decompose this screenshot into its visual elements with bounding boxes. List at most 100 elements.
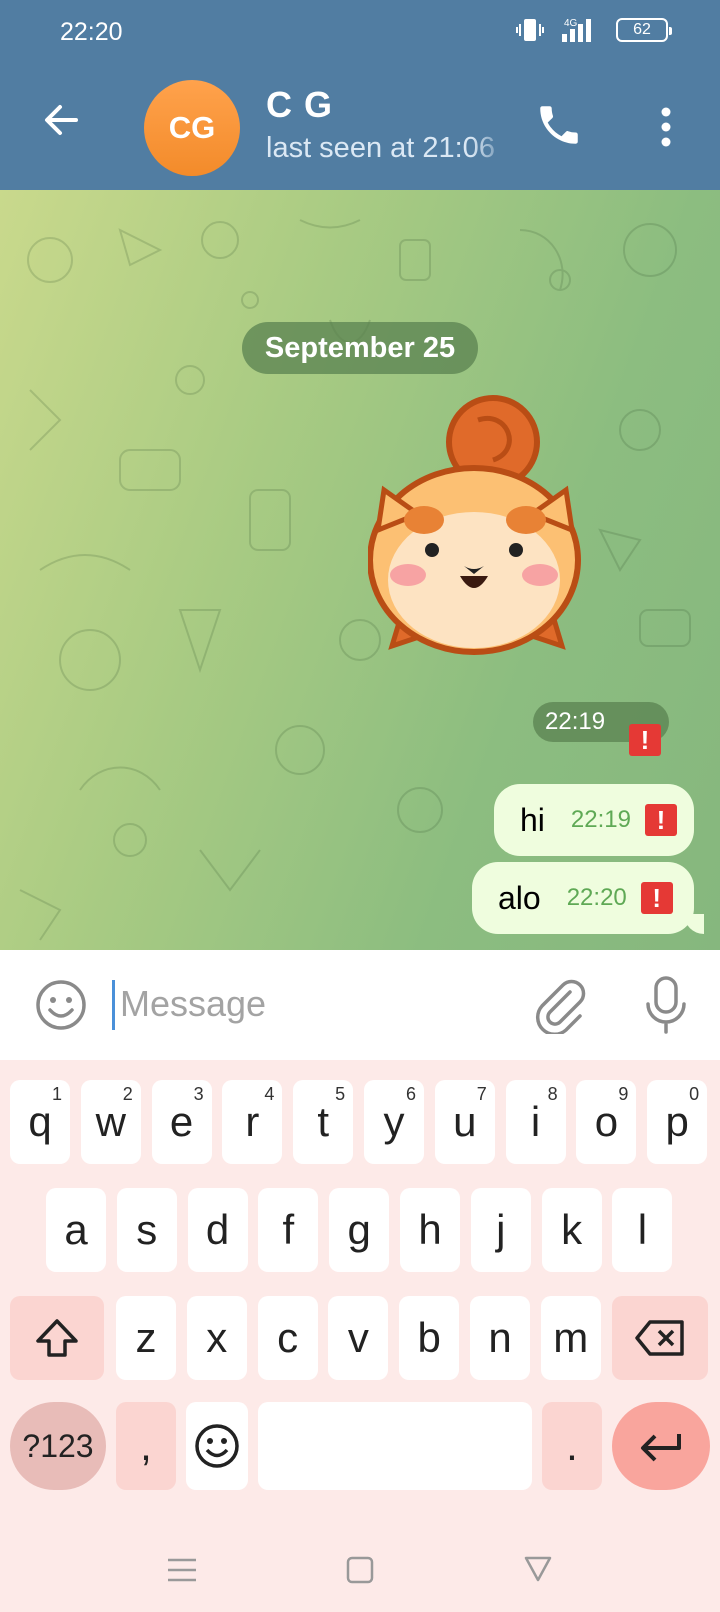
key-number-hint: 3 xyxy=(193,1084,204,1104)
key-number-hint: 6 xyxy=(405,1084,416,1104)
home-icon[interactable] xyxy=(346,1556,374,1584)
key-l[interactable]: l xyxy=(612,1188,673,1272)
vibrate-icon xyxy=(516,19,544,41)
shiba-sticker[interactable] xyxy=(368,390,608,680)
key-z[interactable]: z xyxy=(116,1296,176,1380)
key-t[interactable]: t5 xyxy=(293,1080,354,1164)
key-label: w xyxy=(95,1098,126,1145)
key-number-hint: 1 xyxy=(51,1084,62,1104)
message-input[interactable] xyxy=(120,976,480,1032)
enter-icon xyxy=(641,1434,681,1462)
key-label: t xyxy=(317,1098,330,1145)
message-bubble[interactable]: alo 22:20 ! xyxy=(472,862,704,934)
key-label: p xyxy=(665,1098,689,1145)
date-separator: September 25 xyxy=(242,322,478,374)
key-s[interactable]: s xyxy=(116,1188,177,1272)
key-y[interactable]: y6 xyxy=(364,1080,424,1164)
key-number-hint: 7 xyxy=(476,1084,487,1104)
send-error-icon[interactable]: ! xyxy=(644,804,677,836)
key-label: i xyxy=(530,1098,541,1145)
key-b[interactable]: b xyxy=(399,1296,460,1380)
key-a[interactable]: a xyxy=(46,1188,106,1272)
key-label: l xyxy=(637,1206,648,1253)
backspace-key[interactable] xyxy=(612,1296,708,1380)
backspace-icon xyxy=(635,1320,684,1356)
enter-key[interactable] xyxy=(612,1402,710,1490)
key-x[interactable]: x xyxy=(186,1296,247,1380)
symbols-key[interactable]: ?123 xyxy=(10,1402,106,1490)
key-d[interactable]: d xyxy=(187,1188,248,1272)
key-number-hint: 5 xyxy=(335,1084,346,1104)
attach-icon[interactable] xyxy=(530,974,590,1034)
chat-area[interactable]: September 25 22:19 ! hi 22:19 ! alo 22:2… xyxy=(0,190,720,950)
key-p[interactable]: p0 xyxy=(647,1080,708,1164)
key-v[interactable]: v xyxy=(328,1296,389,1380)
key-label: q xyxy=(28,1098,52,1145)
key-label: j xyxy=(496,1206,506,1253)
key-label: r xyxy=(245,1098,260,1145)
message-bubble[interactable]: hi 22:19 ! xyxy=(494,784,694,856)
shift-key[interactable] xyxy=(10,1296,104,1380)
key-m[interactable]: m xyxy=(540,1296,601,1380)
comma-key[interactable]: , xyxy=(116,1402,176,1490)
key-o[interactable]: o9 xyxy=(576,1080,637,1164)
key-u[interactable]: u7 xyxy=(434,1080,495,1164)
period-key[interactable]: . xyxy=(542,1402,602,1490)
system-navigation-bar xyxy=(168,1556,552,1584)
key-label: g xyxy=(347,1206,371,1253)
contact-name[interactable]: C G xyxy=(266,84,333,126)
key-number-hint: 4 xyxy=(264,1084,275,1104)
status-time: 22:20 xyxy=(60,18,123,46)
status-bar: 22:20 4G 62 xyxy=(0,0,720,62)
status-icons: 4G 62 xyxy=(516,16,672,44)
key-q[interactable]: q1 xyxy=(10,1080,70,1164)
key-number-hint: 2 xyxy=(122,1084,133,1104)
battery-indicator: 62 xyxy=(616,18,672,42)
key-label: z xyxy=(135,1314,157,1361)
key-label: y xyxy=(383,1098,405,1145)
emoji-icon xyxy=(195,1424,239,1468)
key-i[interactable]: i8 xyxy=(505,1080,566,1164)
key-g[interactable]: g xyxy=(329,1188,390,1272)
space-key[interactable] xyxy=(258,1402,532,1490)
emoji-icon[interactable] xyxy=(34,978,88,1032)
key-r[interactable]: r4 xyxy=(222,1080,283,1164)
sticker-error-icon[interactable]: ! xyxy=(629,724,661,756)
message-time: 22:20 xyxy=(566,884,627,911)
microphone-icon[interactable] xyxy=(640,974,692,1036)
menu-icon[interactable] xyxy=(168,1558,196,1582)
text-cursor xyxy=(112,980,115,1030)
back-arrow-icon[interactable] xyxy=(36,92,92,148)
key-label: v xyxy=(347,1314,369,1361)
key-j[interactable]: j xyxy=(470,1188,531,1272)
send-error-icon[interactable]: ! xyxy=(640,882,673,914)
key-label: c xyxy=(277,1314,299,1361)
more-vert-icon[interactable] xyxy=(646,102,686,152)
key-label: h xyxy=(418,1206,442,1253)
avatar[interactable]: CG xyxy=(144,80,240,176)
key-h[interactable]: h xyxy=(400,1188,460,1272)
key-label: m xyxy=(553,1314,589,1361)
network-type: 4G xyxy=(564,18,578,29)
key-f[interactable]: f xyxy=(258,1188,319,1272)
message-composer xyxy=(0,950,720,1060)
key-label: b xyxy=(417,1314,441,1361)
signal-icon: 4G xyxy=(562,18,591,42)
key-e[interactable]: e3 xyxy=(151,1080,212,1164)
key-c[interactable]: c xyxy=(257,1296,318,1380)
key-w[interactable]: w2 xyxy=(80,1080,141,1164)
key-n[interactable]: n xyxy=(470,1296,530,1380)
chat-header: CG C G last seen at 21:06 xyxy=(0,62,720,190)
key-label: f xyxy=(282,1206,295,1253)
key-k[interactable]: k xyxy=(541,1188,602,1272)
key-label: a xyxy=(64,1206,88,1253)
key-label: e xyxy=(169,1098,194,1145)
key-label: d xyxy=(205,1206,230,1253)
back-triangle-icon[interactable] xyxy=(524,1556,552,1582)
key-label: x xyxy=(206,1314,228,1361)
key-number-hint: 9 xyxy=(618,1084,629,1104)
key-label: k xyxy=(561,1206,583,1253)
emoji-key[interactable] xyxy=(186,1402,248,1490)
key-number-hint: 8 xyxy=(547,1084,558,1104)
phone-icon[interactable] xyxy=(534,100,584,150)
